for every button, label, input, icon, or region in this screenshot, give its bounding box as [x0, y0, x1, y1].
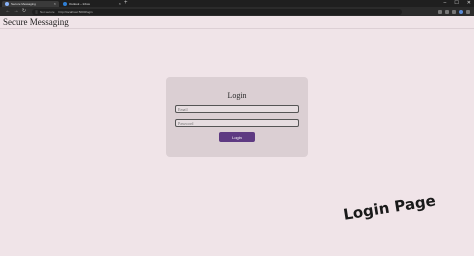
browser-titlebar: Secure Messaging × Outlook – Inbox × + –… — [0, 0, 474, 7]
window-controls: – ☐ ✕ — [444, 0, 471, 7]
login-card: Login Login — [166, 77, 308, 157]
url-text[interactable]: http://localhost:5000/login — [59, 10, 93, 14]
globe-icon — [5, 2, 9, 6]
tab-title: Secure Messaging — [11, 2, 36, 6]
mail-icon — [63, 2, 67, 6]
new-tab-button[interactable]: + — [124, 0, 128, 7]
menu-icon[interactable] — [466, 9, 470, 14]
extension-icon[interactable] — [445, 9, 449, 14]
annotation-caption: Login Page — [342, 191, 437, 224]
address-bar[interactable]: ⓘ Not secure http://localhost:5000/login — [32, 8, 402, 15]
extension-icon[interactable] — [438, 9, 442, 14]
reload-button[interactable]: ↻ — [20, 7, 28, 16]
login-button[interactable]: Login — [219, 132, 255, 142]
info-icon[interactable]: ⓘ — [35, 10, 38, 14]
browser-toolbar: ← → ↻ ⓘ Not secure http://localhost:5000… — [0, 7, 474, 16]
app-title: Secure Messaging — [3, 17, 69, 27]
back-button[interactable]: ← — [4, 7, 12, 16]
tab-title: Outlook – Inbox — [69, 2, 91, 6]
close-icon[interactable]: × — [54, 2, 56, 6]
minimize-button[interactable]: – — [444, 0, 447, 7]
extension-icons — [438, 9, 470, 14]
login-heading: Login — [227, 91, 247, 100]
maximize-button[interactable]: ☐ — [454, 0, 458, 7]
close-window-button[interactable]: ✕ — [467, 0, 471, 7]
close-icon[interactable]: × — [119, 2, 121, 6]
email-field[interactable] — [175, 105, 299, 113]
profile-avatar[interactable] — [459, 9, 463, 14]
forward-button[interactable]: → — [12, 7, 20, 16]
security-status: Not secure — [40, 9, 55, 14]
password-field[interactable] — [175, 119, 299, 127]
app-header: Secure Messaging — [0, 16, 474, 29]
bookmark-icon[interactable] — [452, 9, 456, 14]
